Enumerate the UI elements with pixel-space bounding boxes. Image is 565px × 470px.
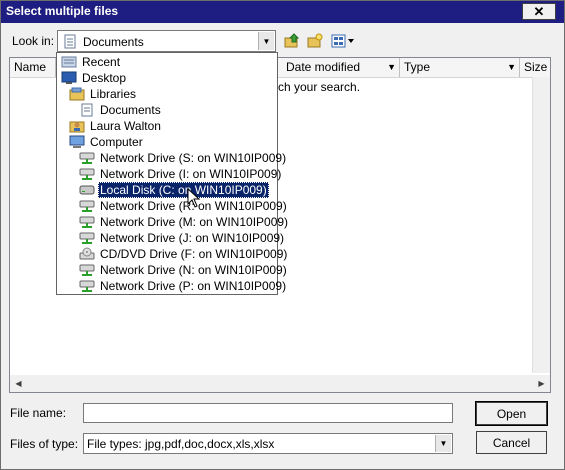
open-button[interactable]: Open (475, 401, 548, 426)
documents-icon (79, 103, 95, 117)
file-type-value: File types: jpg,pdf,doc,docx,xls,xlsx (87, 437, 275, 451)
cd-drive-icon (79, 247, 95, 261)
network-drive-icon (79, 199, 95, 213)
column-name[interactable]: Name (10, 58, 56, 77)
up-folder-icon[interactable] (283, 32, 301, 50)
local-disk-icon (79, 183, 95, 197)
computer-icon (69, 135, 85, 149)
look-in-value: Documents (83, 35, 144, 49)
chevron-down-icon: ▼ (507, 62, 516, 72)
title-bar[interactable]: Select multiple files ✕ (1, 1, 564, 23)
chevron-down-icon[interactable]: ▼ (258, 32, 274, 50)
network-drive-icon (79, 151, 95, 165)
empty-message: ch your search. (278, 80, 361, 94)
file-name-label: File name: (10, 406, 67, 420)
network-drive-icon (79, 167, 95, 181)
scroll-left-icon[interactable]: ◀ (11, 376, 26, 391)
column-size[interactable]: Size (520, 58, 550, 77)
new-folder-icon[interactable] (306, 32, 324, 50)
vertical-scrollbar[interactable] (532, 77, 550, 373)
column-date-modified[interactable]: Date modified ▼ (282, 58, 400, 77)
user-folder-icon (69, 119, 85, 133)
look-in-dropdown: Recent Desktop Libraries Documents Laura… (56, 52, 288, 295)
network-drive-icon (79, 279, 95, 293)
look-in-combo[interactable]: Documents ▼ (57, 30, 276, 52)
network-drive-icon (79, 231, 95, 245)
network-drive-icon (79, 263, 95, 277)
file-dialog: Select multiple files ✕ Look in: Documen… (0, 0, 565, 470)
scroll-right-icon[interactable]: ▶ (534, 376, 549, 391)
desktop-icon (61, 71, 77, 85)
cancel-button[interactable]: Cancel (476, 431, 547, 454)
chevron-down-icon: ▼ (387, 62, 396, 72)
look-in-label: Look in: (12, 34, 55, 48)
chevron-down-icon[interactable]: ▼ (435, 435, 451, 452)
close-icon: ✕ (533, 3, 545, 19)
file-type-label: Files of type: (10, 437, 79, 451)
horizontal-scrollbar[interactable]: ◀ ▶ (10, 375, 550, 392)
network-drive-icon (79, 215, 95, 229)
view-menu-icon[interactable] (330, 32, 356, 50)
close-button[interactable]: ✕ (522, 3, 556, 20)
file-name-input[interactable] (83, 403, 453, 423)
dialog-title: Select multiple files (6, 4, 119, 18)
recent-icon (61, 55, 77, 69)
libraries-icon (69, 87, 85, 101)
column-type[interactable]: Type ▼ (400, 58, 520, 77)
documents-icon (63, 34, 77, 52)
file-type-select[interactable]: File types: jpg,pdf,doc,docx,xls,xlsx ▼ (83, 433, 453, 454)
